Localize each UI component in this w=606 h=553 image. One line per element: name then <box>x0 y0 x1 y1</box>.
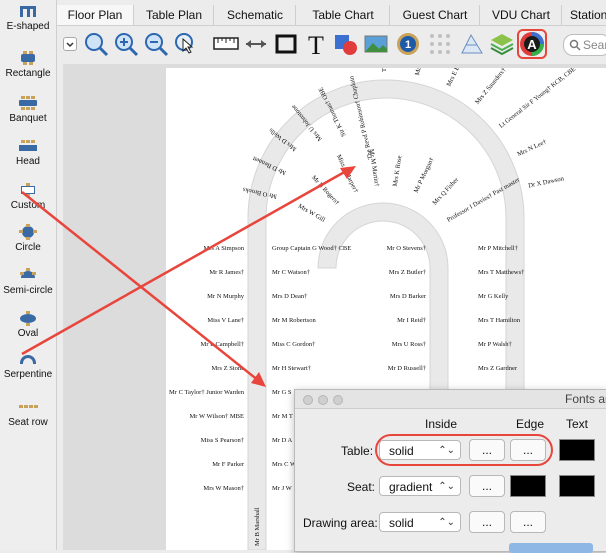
arrowhead-custom-to-plan <box>251 372 266 387</box>
seat-fill-select[interactable]: gradient ⌃⌄ <box>379 476 461 496</box>
drawing-area-edge-colour-button[interactable]: ... <box>510 511 546 533</box>
ok-button[interactable] <box>509 543 593 553</box>
fonts-and-colours-dialog: Fonts ar Inside Edge Text Table: solid ⌃⌄… <box>294 389 606 553</box>
table-text-colour-swatch[interactable] <box>559 439 595 461</box>
zoom-window-button[interactable] <box>333 395 343 405</box>
drawing-area-fill-select[interactable]: solid ⌃⌄ <box>379 512 461 532</box>
minimise-window-button[interactable] <box>318 395 328 405</box>
seat-edge-colour-swatch[interactable] <box>510 475 546 497</box>
column-text: Text <box>566 417 589 431</box>
table-row-label: Table: <box>341 444 374 458</box>
drawing-area-inside-colour-button[interactable]: ... <box>469 511 505 533</box>
seat-text-colour-swatch[interactable] <box>559 475 595 497</box>
column-edge: Edge <box>516 417 545 431</box>
seat-row-label: Seat: <box>347 480 376 494</box>
drawing-area-row-label: Drawing area: <box>303 516 378 530</box>
arrow-custom-to-plan <box>21 191 260 382</box>
dialog-titlebar: Fonts ar <box>295 390 606 409</box>
arrow-oval-to-plan <box>21 168 349 356</box>
dialog-title: Fonts ar <box>565 392 606 406</box>
seat-inside-colour-button[interactable]: ... <box>469 475 505 497</box>
close-window-button[interactable] <box>303 395 313 405</box>
column-inside: Inside <box>425 417 458 431</box>
table-row-highlight <box>375 434 553 466</box>
